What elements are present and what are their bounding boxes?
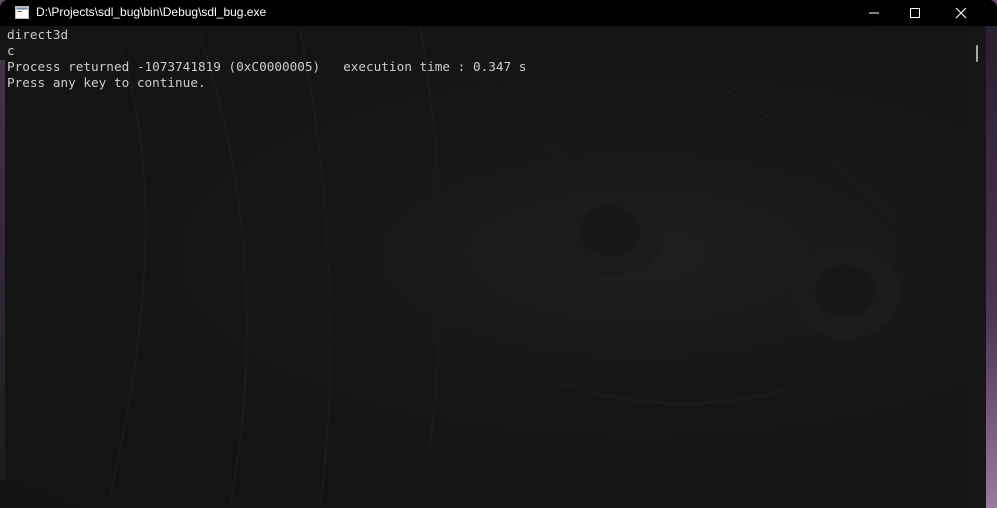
- scrollbar-thumb[interactable]: [976, 45, 978, 62]
- vertical-scrollbar[interactable]: [968, 26, 986, 508]
- close-icon: [955, 7, 967, 19]
- background-artwork: [109, 26, 901, 507]
- minimize-button[interactable]: [851, 0, 897, 26]
- minimize-icon: [869, 12, 879, 14]
- maximize-button[interactable]: [892, 0, 938, 26]
- console-line: Press any key to continue.: [7, 75, 206, 90]
- console-line: Process returned -1073741819 (0xC0000005…: [7, 59, 527, 74]
- title-bar[interactable]: D:\Projects\sdl_bug\bin\Debug\sdl_bug.ex…: [0, 0, 997, 26]
- console-line: direct3d: [7, 27, 69, 42]
- desktop-edge-right: [986, 26, 997, 508]
- window-title: D:\Projects\sdl_bug\bin\Debug\sdl_bug.ex…: [36, 5, 267, 19]
- maximize-icon: [910, 8, 920, 18]
- console-window: D:\Projects\sdl_bug\bin\Debug\sdl_bug.ex…: [0, 0, 997, 508]
- console-line: c: [7, 43, 15, 58]
- desktop-edge-left: [0, 60, 5, 480]
- close-button[interactable]: [938, 0, 984, 26]
- console-output-area[interactable]: direct3d c Process returned -1073741819 (0…: [0, 26, 968, 508]
- console-app-icon: [15, 6, 29, 19]
- console-text: direct3d c Process returned -1073741819 (0…: [7, 27, 526, 91]
